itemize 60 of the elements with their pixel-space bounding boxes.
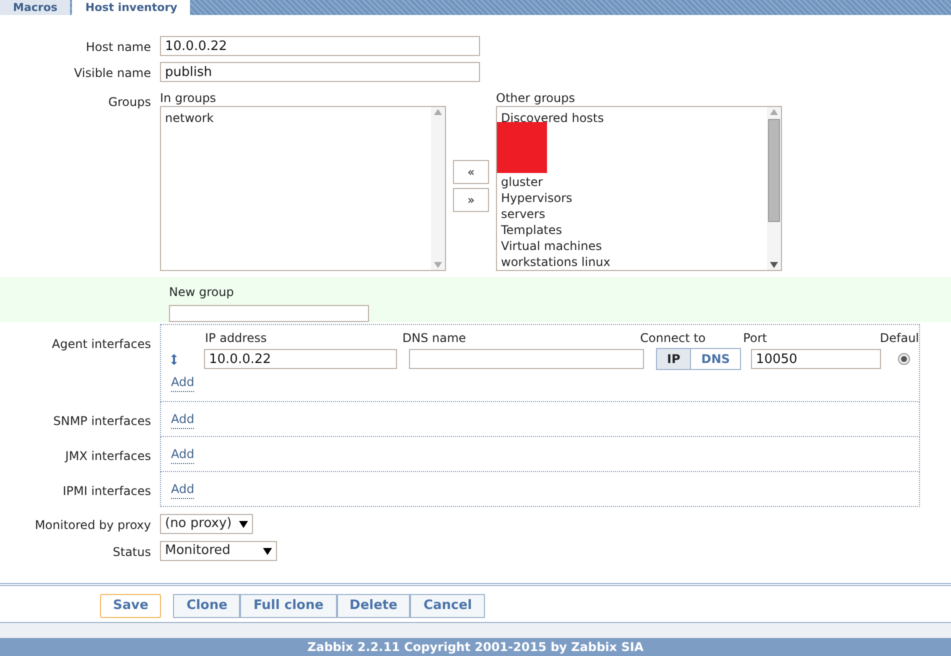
default-radio[interactable] [898,353,910,365]
field-label: Status [112,545,151,559]
copyright-text: Zabbix 2.2.11 Copyright 2001-2015 by Zabbix SIA [307,639,644,656]
field-label: Visible name [74,66,151,80]
move-right-button[interactable]: » [453,188,489,212]
move-left-button[interactable]: « [453,160,489,184]
add-link[interactable]: Add [171,373,194,392]
form-button[interactable]: Delete [336,594,410,618]
field-label: Agent interfaces [52,337,151,351]
visible-name-field[interactable]: publish [160,62,480,82]
save-button[interactable]: Save [100,594,162,618]
scrollbar[interactable] [767,107,781,270]
column-header: Connect to [640,330,707,345]
scroll-down-icon[interactable] [770,262,778,268]
tab[interactable]: Macros [0,0,70,15]
form-button[interactable]: Full clone [240,594,337,618]
list-item[interactable]: Templates [501,221,763,237]
dropdown[interactable]: Monitored [160,541,277,561]
add-link[interactable]: Add [171,444,194,464]
field-label: Groups [108,95,151,109]
add-link[interactable]: Add [171,480,194,498]
list-item[interactable]: gluster [501,173,763,189]
list-item[interactable]: workstations linux [501,253,763,269]
add-link[interactable]: Add [171,410,194,428]
column-header: DNS name [402,330,468,345]
field-label: New group [169,284,235,301]
list-item[interactable]: Virtual machines [501,237,763,253]
list-title: Other groups [496,90,576,103]
port-field[interactable]: 10050 [750,349,881,369]
new-group-field[interactable] [169,305,369,322]
tab[interactable]: Host inventory [72,0,190,15]
column-header: IP address [205,330,268,345]
field-label: Host name [86,40,151,54]
list-item[interactable]: network [165,109,427,125]
field-label: SNMP interfaces [53,414,151,428]
dropdown[interactable]: (no proxy) [160,514,253,534]
caret-icon [239,520,248,528]
in-groups-list[interactable]: network [160,106,446,271]
column-header: Defaul [880,330,920,345]
field-label: Monitored by proxy [34,518,151,532]
form-button[interactable]: Clone [173,594,240,618]
scroll-up-icon[interactable] [770,109,778,115]
scrollbar[interactable] [431,107,445,270]
scroll-up-icon[interactable] [434,109,442,115]
ip-address-field[interactable]: 10.0.0.22 [204,349,397,369]
dns-name-field[interactable] [409,349,644,369]
list-item[interactable]: Hypervisors [501,189,763,205]
field-label: IPMI interfaces [62,484,151,498]
caret-icon [263,548,272,554]
list-item[interactable]: servers [501,205,763,221]
form-button[interactable]: Cancel [410,594,485,618]
host-name-field[interactable]: 10.0.0.22 [160,36,480,56]
field-label: JMX interfaces [65,448,151,462]
list-title: In groups [160,90,218,103]
list-item[interactable]: Discovered hosts [501,109,763,125]
column-header: Port [743,330,768,345]
drag-handle-icon[interactable] [171,354,177,364]
other-groups-list[interactable]: Discovered hosts gluster Hypervisors servers Templates Virtual machines workstations linux [496,106,782,271]
redaction-mark [497,154,547,173]
connect-toggle[interactable]: IP [657,349,690,369]
